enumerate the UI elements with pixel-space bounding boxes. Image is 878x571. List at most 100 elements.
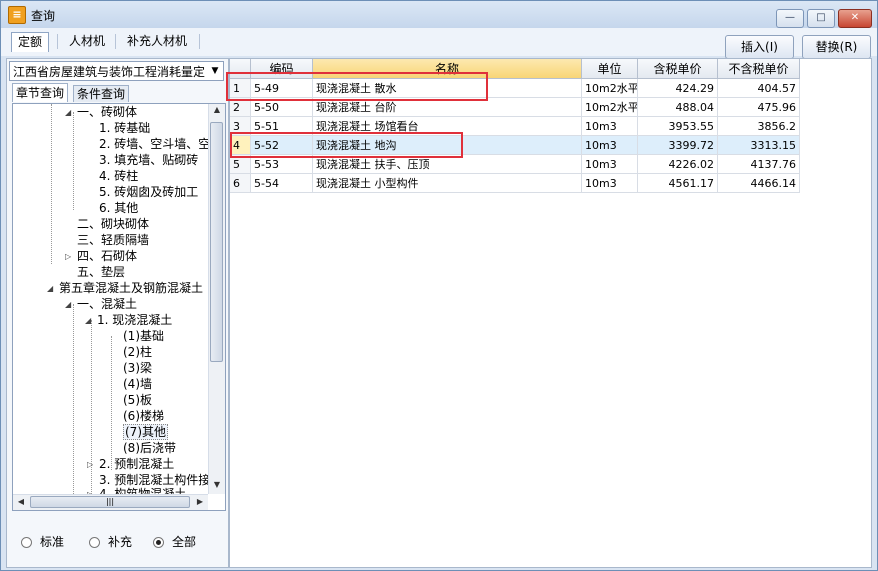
cell-tax-price[interactable]: 488.04: [638, 98, 718, 117]
cell-unit[interactable]: 10m3: [582, 117, 638, 136]
tree-node[interactable]: (3)梁: [123, 360, 152, 376]
tree-node[interactable]: 4. 砖柱: [99, 168, 138, 184]
cell-unit[interactable]: 10m2水平: [582, 79, 638, 98]
expanded-triangle-icon[interactable]: ◢: [47, 284, 53, 293]
cell-notax-price[interactable]: 475.96: [718, 98, 800, 117]
tab-quota[interactable]: 定额: [11, 32, 50, 52]
tree-guide-line: [73, 304, 74, 494]
radio-supplementary[interactable]: 补充: [89, 533, 132, 550]
row-index[interactable]: 6: [230, 174, 251, 193]
left-panel: 江西省房屋建筑与装饰工程消耗量定 ▼ 章节查询 条件查询 ◢ 一、砖砌体 1. …: [6, 58, 229, 568]
tree-viewport: ◢ 一、砖砌体 1. 砖基础 2. 砖墙、空斗墙、空 3. 填充墙、贴砌砖 4.…: [13, 104, 208, 494]
tree-node[interactable]: (6)楼梯: [123, 408, 164, 424]
maximize-button[interactable]: □: [807, 9, 835, 28]
tree-node[interactable]: (5)板: [123, 392, 152, 408]
expanded-triangle-icon[interactable]: ◢: [65, 108, 71, 117]
tree-node-selected[interactable]: (7)其他: [123, 424, 168, 440]
tree-node[interactable]: 6. 其他: [99, 200, 138, 216]
collapsed-triangle-icon[interactable]: ▷: [87, 460, 93, 469]
tree-node[interactable]: 四、石砌体: [77, 248, 137, 264]
radio-standard[interactable]: 标准: [21, 533, 64, 550]
scroll-down-icon[interactable]: ▼: [209, 480, 225, 489]
collapsed-triangle-icon[interactable]: ▷: [65, 252, 71, 261]
tab-separator: [57, 34, 58, 49]
cell-unit[interactable]: 10m3: [582, 155, 638, 174]
cell-notax-price[interactable]: 4137.76: [718, 155, 800, 174]
scroll-left-icon[interactable]: ◀: [13, 497, 29, 506]
cell-tax-price[interactable]: 4226.02: [638, 155, 718, 174]
tree-horizontal-scrollbar[interactable]: ◀ ||| ▶: [13, 494, 208, 510]
tree-node[interactable]: (1)基础: [123, 328, 164, 344]
quota-library-select[interactable]: 江西省房屋建筑与装饰工程消耗量定 ▼: [9, 61, 224, 81]
expanded-triangle-icon[interactable]: ◢: [85, 316, 91, 325]
tree-node[interactable]: (2)柱: [123, 344, 152, 360]
tree-guide-line: [51, 104, 52, 264]
radio-icon: [89, 537, 100, 548]
tree-node[interactable]: 3. 填充墙、贴砌砖: [99, 152, 198, 168]
title-bar: ≡ 查询 — □ ✕: [1, 1, 877, 28]
tree-guide-line: [111, 336, 112, 470]
tab-chapter-query[interactable]: 章节查询: [12, 83, 69, 102]
tree-node[interactable]: 1. 现浇混凝土: [97, 312, 172, 328]
query-window: ≡ 查询 — □ ✕ 定额 人材机 补充人材机 插入(I) 替换(R) 江西省房…: [0, 0, 878, 571]
radio-label: 补充: [108, 535, 133, 549]
tree-node[interactable]: 2. 预制混凝土: [99, 456, 174, 472]
tree-node[interactable]: (8)后浇带: [123, 440, 176, 456]
quota-library-value: 江西省房屋建筑与装饰工程消耗量定: [13, 65, 206, 79]
tree-node[interactable]: 4. 构筑物混凝土: [99, 486, 186, 494]
cell-code[interactable]: 5-54: [251, 174, 313, 193]
tab-labor-material-machine[interactable]: 人材机: [63, 32, 111, 51]
tree-node[interactable]: (4)墙: [123, 376, 152, 392]
radio-label: 全部: [172, 535, 197, 549]
cell-unit[interactable]: 10m3: [582, 174, 638, 193]
tab-separator: [199, 34, 200, 49]
tree-node[interactable]: 二、砌块砌体: [77, 216, 149, 232]
cell-notax-price[interactable]: 3313.15: [718, 136, 800, 155]
column-header-notax-price[interactable]: 不含税单价: [718, 59, 800, 79]
close-button[interactable]: ✕: [838, 9, 872, 28]
radio-all[interactable]: 全部: [153, 533, 196, 550]
scroll-up-icon[interactable]: ▲: [209, 105, 225, 114]
column-header-unit[interactable]: 单位: [582, 59, 638, 79]
column-header-tax-price[interactable]: 含税单价: [638, 59, 718, 79]
chevron-down-icon[interactable]: ▼: [207, 62, 223, 80]
scroll-right-icon[interactable]: ▶: [192, 497, 208, 506]
tab-supplementary-lmm[interactable]: 补充人材机: [121, 32, 193, 51]
tree-node[interactable]: 五、垫层: [77, 264, 125, 280]
cell-tax-price[interactable]: 3399.72: [638, 136, 718, 155]
scroll-thumb[interactable]: [210, 122, 223, 362]
tree-guide-line: [73, 112, 74, 210]
tree-node[interactable]: 1. 砖基础: [99, 120, 150, 136]
cell-unit[interactable]: 10m2水平: [582, 98, 638, 117]
chapter-tree: ◢ 一、砖砌体 1. 砖基础 2. 砖墙、空斗墙、空 3. 填充墙、贴砌砖 4.…: [12, 103, 226, 511]
cell-notax-price[interactable]: 404.57: [718, 79, 800, 98]
replace-button[interactable]: 替换(R): [802, 35, 871, 59]
tree-vertical-scrollbar[interactable]: ▲ ▼: [208, 104, 225, 494]
cell-tax-price[interactable]: 4561.17: [638, 174, 718, 193]
tree-node[interactable]: 2. 砖墙、空斗墙、空: [99, 136, 208, 152]
insert-button[interactable]: 插入(I): [725, 35, 794, 59]
tree-node[interactable]: 一、混凝土: [77, 296, 137, 312]
tree-node[interactable]: 三、轻质隔墙: [77, 232, 149, 248]
tree-node[interactable]: 第五章混凝土及钢筋混凝土: [59, 280, 203, 296]
app-icon: ≡: [8, 6, 26, 24]
tree-node[interactable]: 5. 砖烟囱及砖加工: [99, 184, 198, 200]
minimize-button[interactable]: —: [776, 9, 804, 28]
cell-unit[interactable]: 10m3: [582, 136, 638, 155]
radio-icon: [21, 537, 32, 548]
cell-tax-price[interactable]: 424.29: [638, 79, 718, 98]
cell-notax-price[interactable]: 4466.14: [718, 174, 800, 193]
radio-checked-icon: [153, 537, 164, 548]
tree-node[interactable]: 一、砖砌体: [77, 104, 137, 120]
highlight-box: [230, 132, 463, 158]
cell-notax-price[interactable]: 3856.2: [718, 117, 800, 136]
highlight-box: [226, 72, 488, 101]
expanded-triangle-icon[interactable]: ◢: [65, 300, 71, 309]
tab-separator: [115, 34, 116, 49]
cell-name[interactable]: 现浇混凝土 小型构件: [313, 174, 582, 193]
window-title: 查询: [31, 9, 56, 23]
tab-condition-query[interactable]: 条件查询: [73, 85, 130, 102]
cell-tax-price[interactable]: 3953.55: [638, 117, 718, 136]
radio-label: 标准: [40, 535, 65, 549]
scroll-thumb[interactable]: |||: [30, 496, 190, 508]
